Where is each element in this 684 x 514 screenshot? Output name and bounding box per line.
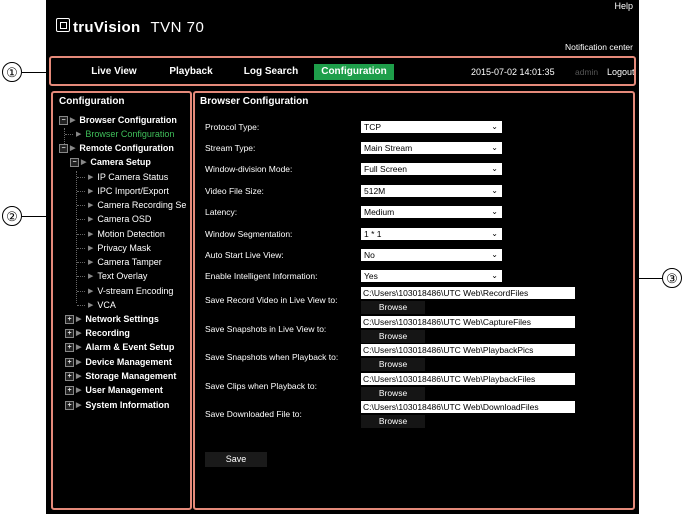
brand-logo: truVision TVN 70 [56,17,205,36]
callout-line-3 [635,278,662,279]
notification-center-link[interactable]: Notification center [565,42,633,52]
model-name: TVN 70 [150,19,205,36]
callout-frame-main [193,91,635,510]
callout-line-1 [22,72,49,73]
callout-number-2: ② [2,206,22,226]
brand-name: truVision [73,19,141,36]
callout-frame-sidebar [51,91,192,510]
callout-line-2 [22,216,51,217]
callout-number-3: ③ [662,268,682,288]
callout-number-1: ① [2,62,22,82]
help-link[interactable]: Help [614,1,633,11]
truvision-logo-icon [56,17,70,32]
callout-frame-menu-bar [49,56,636,86]
